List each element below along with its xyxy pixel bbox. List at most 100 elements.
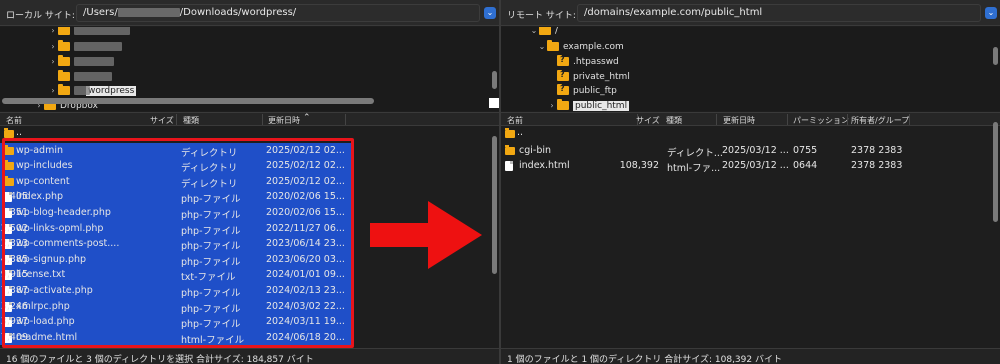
- tree-item[interactable]: [48, 69, 112, 84]
- folder-icon: [58, 27, 70, 35]
- cell-name: index.html: [519, 160, 570, 172]
- remote-site-label: リモート サイト:: [507, 11, 576, 21]
- cell-permission: 0644: [793, 160, 818, 172]
- tree-item[interactable]: ›: [48, 27, 130, 38]
- remote-directory-tree: ⌄/ ⌄example.com .htpasswd private_html p…: [501, 27, 1000, 111]
- folder-icon: [58, 40, 70, 51]
- redacted-username: [117, 7, 180, 17]
- chevron-right-icon[interactable]: ›: [48, 42, 58, 51]
- folder-icon: [557, 99, 569, 110]
- local-pane: ローカル サイト: /Users/ /Downloads/wordpress/ ⌄…: [0, 0, 499, 364]
- chevron-right-icon[interactable]: ›: [547, 101, 557, 110]
- selection-highlight-box: [2, 138, 354, 348]
- tree-item-label: public_html: [573, 100, 630, 111]
- local-list-header: 名前 サイズ 種類 更新日時 ⌃: [0, 112, 499, 126]
- cell-type: ディレクト...: [667, 147, 723, 159]
- tree-item-label: example.com: [563, 41, 624, 52]
- column-divider[interactable]: [716, 114, 717, 125]
- remote-site-bar: リモート サイト: /domains/example.com/public_ht…: [501, 0, 1000, 26]
- remote-list-header: 名前 サイズ 種類 更新日時 パーミッション 所有者/グループ: [501, 112, 1000, 126]
- column-divider[interactable]: [345, 114, 346, 125]
- local-path-start: /Users/: [83, 7, 118, 18]
- local-site-bar: ローカル サイト: /Users/ /Downloads/wordpress/ ⌄: [0, 0, 499, 26]
- folder-icon: [539, 27, 551, 35]
- local-path-end: /Downloads/wordpress/: [179, 7, 297, 18]
- local-status-text: 16 個のファイルと 3 個のディレクトリを選択 合計サイズ: 184,857 …: [6, 355, 314, 364]
- local-path-input[interactable]: /Users/ /Downloads/wordpress/: [76, 4, 480, 22]
- tree-item-root[interactable]: ⌄ /: [529, 27, 558, 38]
- remote-status-bar: 1 個のファイルと 1 個のディレクトリ 合計サイズ: 108,392 バイト: [501, 348, 1000, 364]
- local-path-dropdown-button[interactable]: ⌄: [484, 7, 496, 19]
- remote-status-text: 1 個のファイルと 1 個のディレクトリ 合計サイズ: 108,392 バイト: [507, 355, 782, 364]
- chevron-right-icon[interactable]: ›: [48, 57, 58, 66]
- column-permission[interactable]: パーミッション: [793, 115, 849, 126]
- column-type[interactable]: 種類: [183, 115, 199, 126]
- tree-item-wordpress[interactable]: › wordpress: [48, 83, 137, 98]
- folder-icon: [505, 144, 515, 158]
- redacted-folder-name: [74, 72, 112, 81]
- tree-item[interactable]: ›: [48, 39, 122, 54]
- cell-modified: 2025/03/12 ...: [722, 144, 789, 156]
- cell-type: html-ファ...: [667, 163, 721, 175]
- sort-ascending-icon[interactable]: ⌃: [303, 113, 311, 123]
- table-row[interactable]: cgi-bin ディレクト... 2025/03/12 ... 0755 2378 23…: [501, 143, 1000, 159]
- local-list-vscroll[interactable]: [492, 136, 497, 274]
- redacted-folder-name: [74, 27, 130, 35]
- cell-size: 108,392: [619, 160, 659, 172]
- cell-modified: 2025/03/12 ...: [722, 160, 789, 172]
- table-row[interactable]: index.html 108,392 html-ファ... 2025/03/12 ..…: [501, 158, 1000, 174]
- column-modified[interactable]: 更新日時: [268, 115, 300, 126]
- remote-tree-vscroll[interactable]: [993, 47, 998, 65]
- cell-owner: 2378 2383: [851, 144, 903, 156]
- column-size[interactable]: サイズ: [636, 115, 660, 126]
- unknown-folder-icon: [557, 84, 569, 95]
- remote-pane: リモート サイト: /domains/example.com/public_ht…: [501, 0, 1000, 364]
- parent-dir-label: ..: [16, 127, 23, 138]
- cell-name: cgi-bin: [519, 144, 552, 156]
- tree-item-label: wordpress: [86, 85, 137, 96]
- local-tree-vscroll[interactable]: [492, 71, 497, 89]
- column-divider[interactable]: [176, 114, 177, 125]
- column-divider[interactable]: [847, 114, 848, 125]
- remote-list-vscroll[interactable]: [993, 122, 998, 222]
- chevron-right-icon[interactable]: ›: [48, 27, 58, 35]
- cell-permission: 0755: [793, 144, 818, 156]
- local-site-label: ローカル サイト:: [6, 11, 75, 21]
- redacted-folder-name: [74, 86, 90, 95]
- tree-item-domain[interactable]: ⌄ example.com: [537, 39, 624, 54]
- column-name[interactable]: 名前: [6, 115, 22, 126]
- column-type[interactable]: 種類: [666, 115, 682, 126]
- column-size[interactable]: サイズ: [150, 115, 174, 126]
- folder-icon: [58, 70, 70, 81]
- tree-item-public-ftp[interactable]: public_ftp: [547, 83, 617, 98]
- tree-item-private-html[interactable]: private_html: [547, 69, 630, 84]
- column-modified[interactable]: 更新日時: [723, 115, 755, 126]
- chevron-down-icon[interactable]: ⌄: [537, 42, 547, 51]
- folder-icon: [58, 55, 70, 66]
- column-divider[interactable]: [262, 114, 263, 125]
- redacted-folder-name: [74, 57, 114, 66]
- list-item-parent[interactable]: ..: [501, 127, 1000, 143]
- unknown-folder-icon: [557, 55, 569, 66]
- local-tree-hscroll[interactable]: [2, 98, 374, 104]
- folder-icon: [505, 128, 515, 141]
- column-name[interactable]: 名前: [507, 115, 523, 126]
- chevron-down-icon[interactable]: ⌄: [529, 27, 539, 35]
- column-divider[interactable]: [787, 114, 788, 125]
- column-divider[interactable]: [909, 114, 910, 125]
- remote-path-dropdown-button[interactable]: ⌄: [985, 7, 997, 19]
- redacted-folder-name: [74, 42, 122, 51]
- tree-item-label: /: [555, 27, 559, 36]
- chevron-right-icon[interactable]: ›: [48, 86, 58, 95]
- tree-item-label: .htpasswd: [573, 56, 619, 67]
- tree-item[interactable]: ›: [48, 54, 114, 69]
- remote-path-input[interactable]: /domains/example.com/public_html: [577, 4, 981, 22]
- tree-item-public-html[interactable]: › public_html: [547, 98, 630, 111]
- unknown-folder-icon: [557, 70, 569, 81]
- tree-item-label: public_ftp: [573, 85, 617, 96]
- tree-item-label: private_html: [573, 71, 630, 82]
- transfer-arrow-icon: [370, 201, 482, 269]
- tree-item-htpasswd[interactable]: .htpasswd: [547, 54, 619, 69]
- column-owner[interactable]: 所有者/グループ: [851, 115, 909, 126]
- folder-icon: [547, 40, 559, 51]
